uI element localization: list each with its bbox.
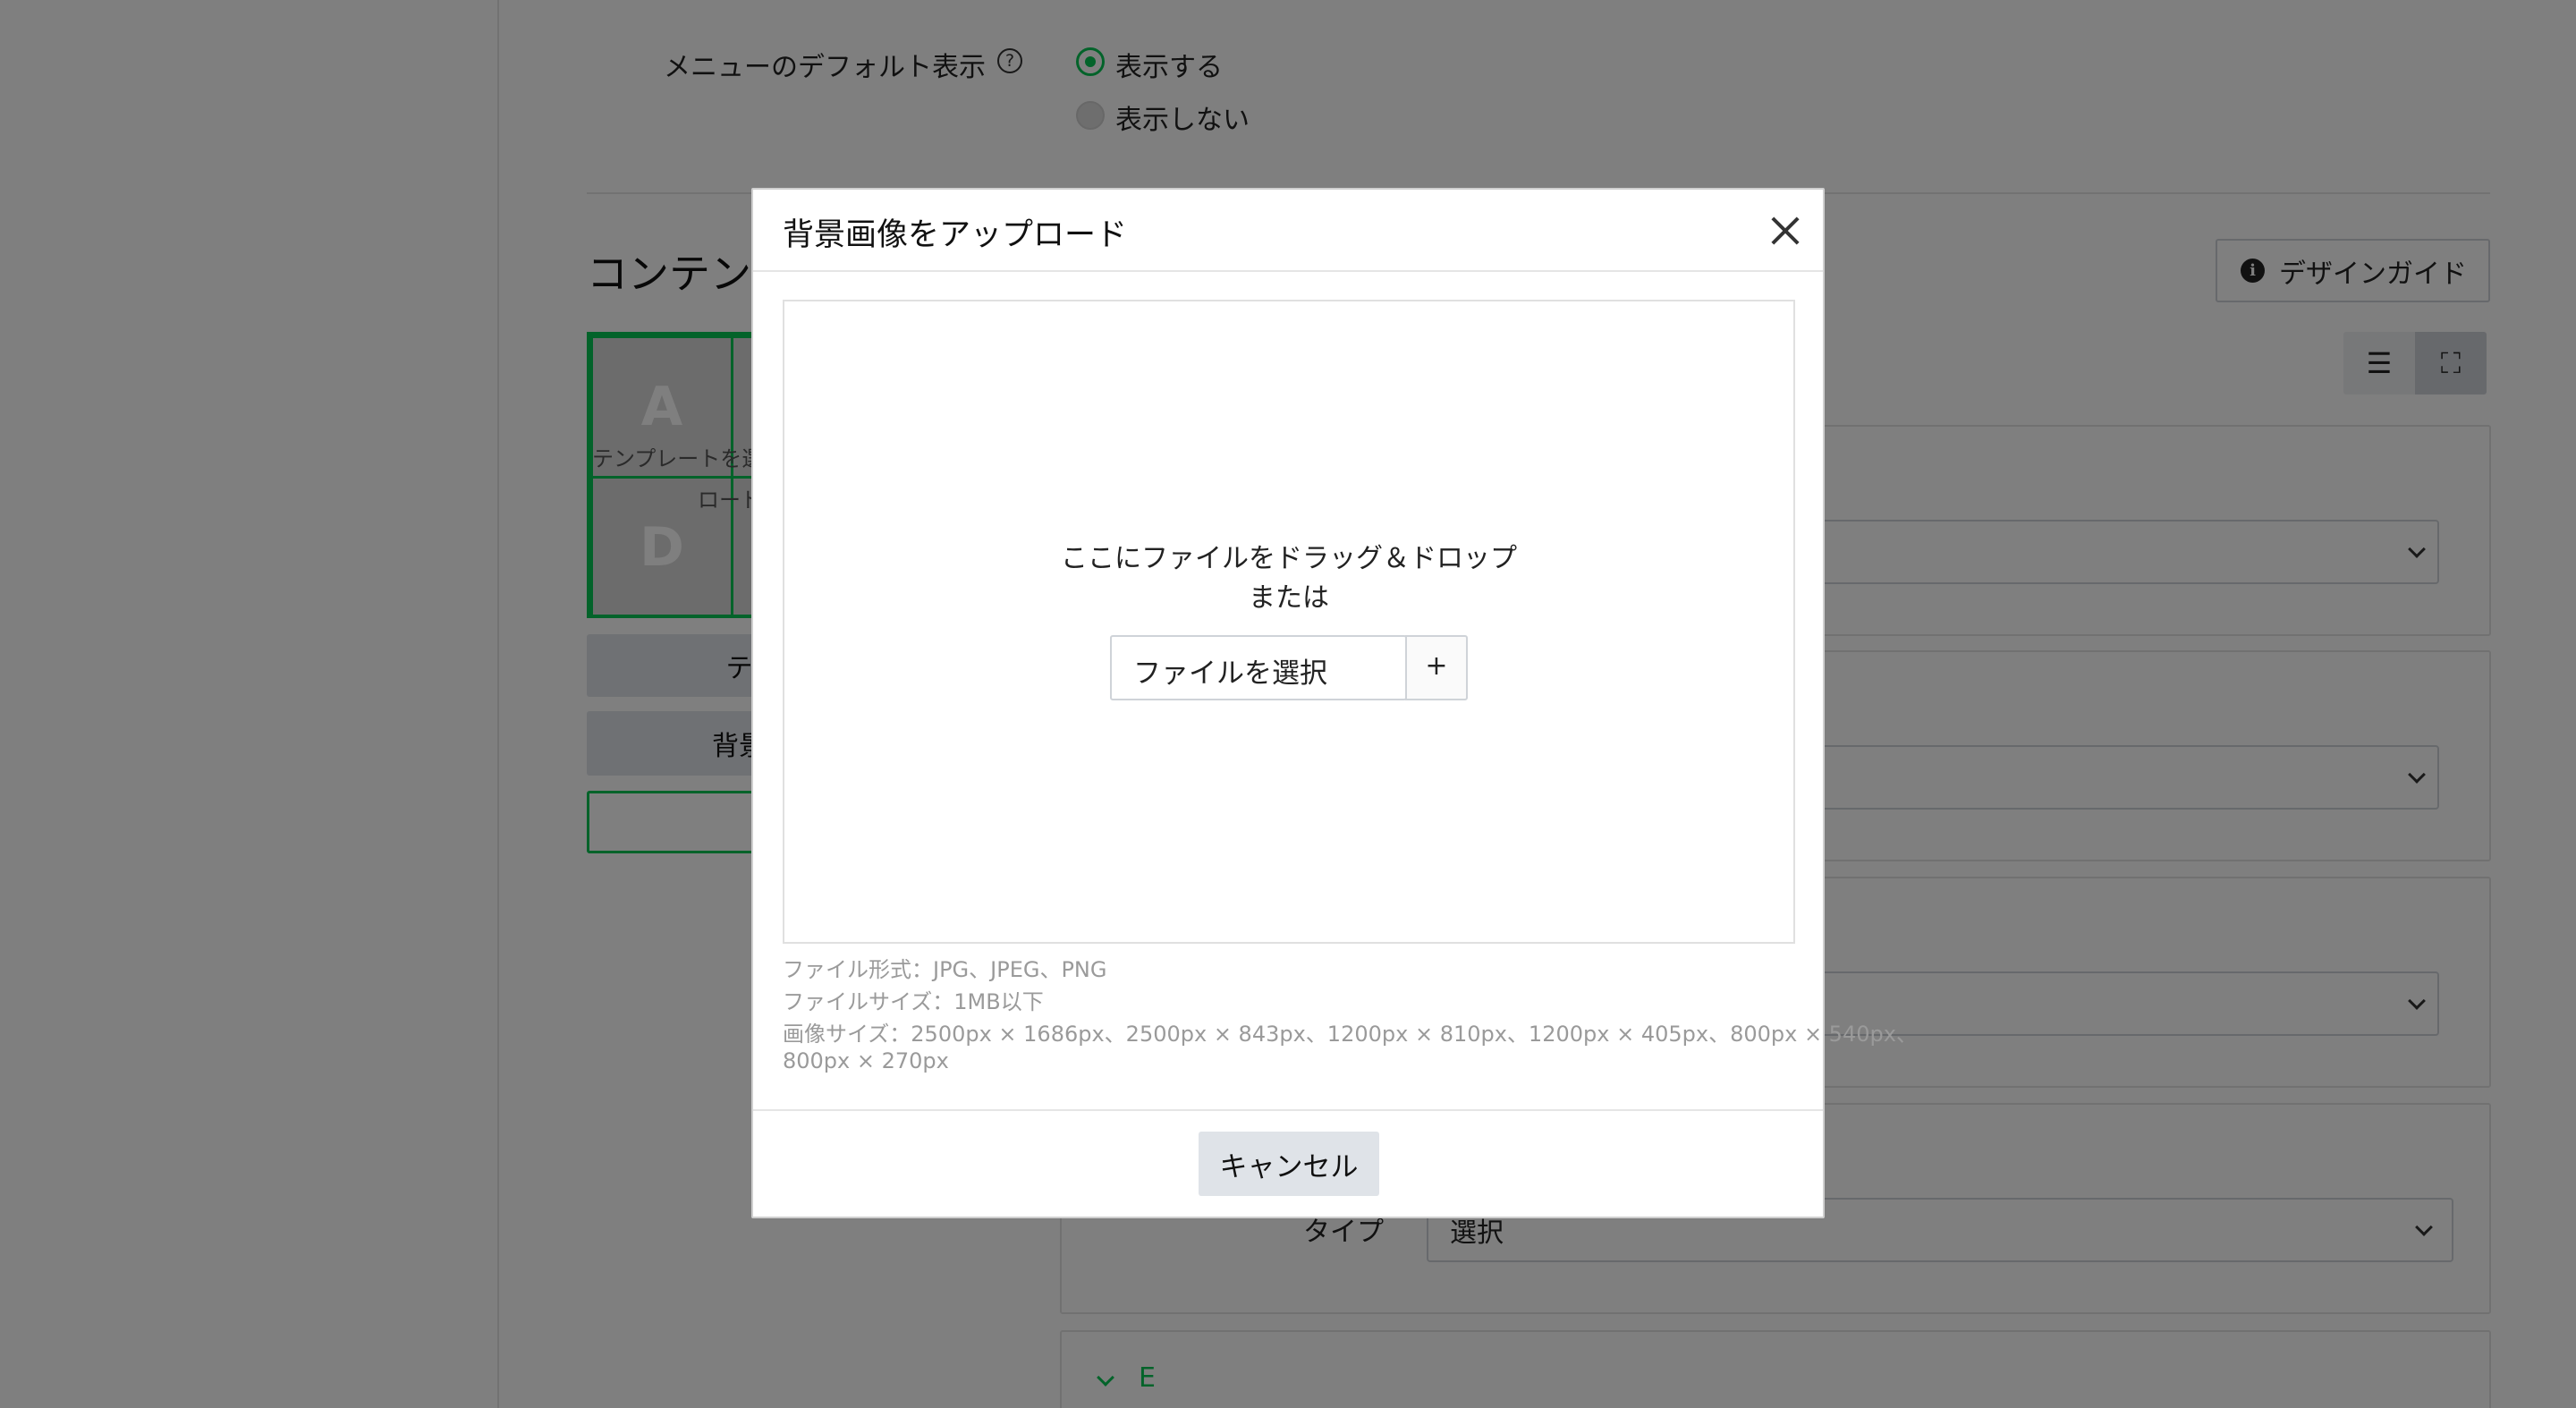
plus-icon[interactable]: + — [1405, 635, 1468, 700]
file-select-button[interactable]: ファイルを選択 + — [1110, 635, 1468, 700]
image-size-note-cont: 800px × 270px — [783, 1048, 949, 1073]
cancel-button[interactable]: キャンセル — [1199, 1132, 1379, 1196]
file-dropzone[interactable]: ここにファイルをドラッグ＆ドロップ または ファイルを選択 + — [783, 300, 1795, 944]
modal-header: 背景画像をアップロード — [753, 190, 1823, 272]
drop-instruction: ここにファイルをドラッグ＆ドロップ — [1061, 543, 1517, 574]
file-size-note: ファイルサイズ：1MB以下 — [783, 989, 1044, 1014]
file-select-label: ファイルを選択 — [1133, 657, 1327, 690]
image-size-note: 画像サイズ：2500px × 1686px、2500px × 843px、120… — [783, 1022, 1918, 1047]
or-text: または — [1249, 582, 1329, 614]
modal-footer-divider — [753, 1109, 1823, 1111]
close-icon[interactable] — [1766, 211, 1805, 250]
upload-modal: 背景画像をアップロード ここにファイルをドラッグ＆ドロップ または ファイルを選… — [751, 188, 1918, 1218]
modal-title: 背景画像をアップロード — [783, 217, 1128, 253]
file-format-note: ファイル形式：JPG、JPEG、PNG — [783, 957, 1107, 982]
